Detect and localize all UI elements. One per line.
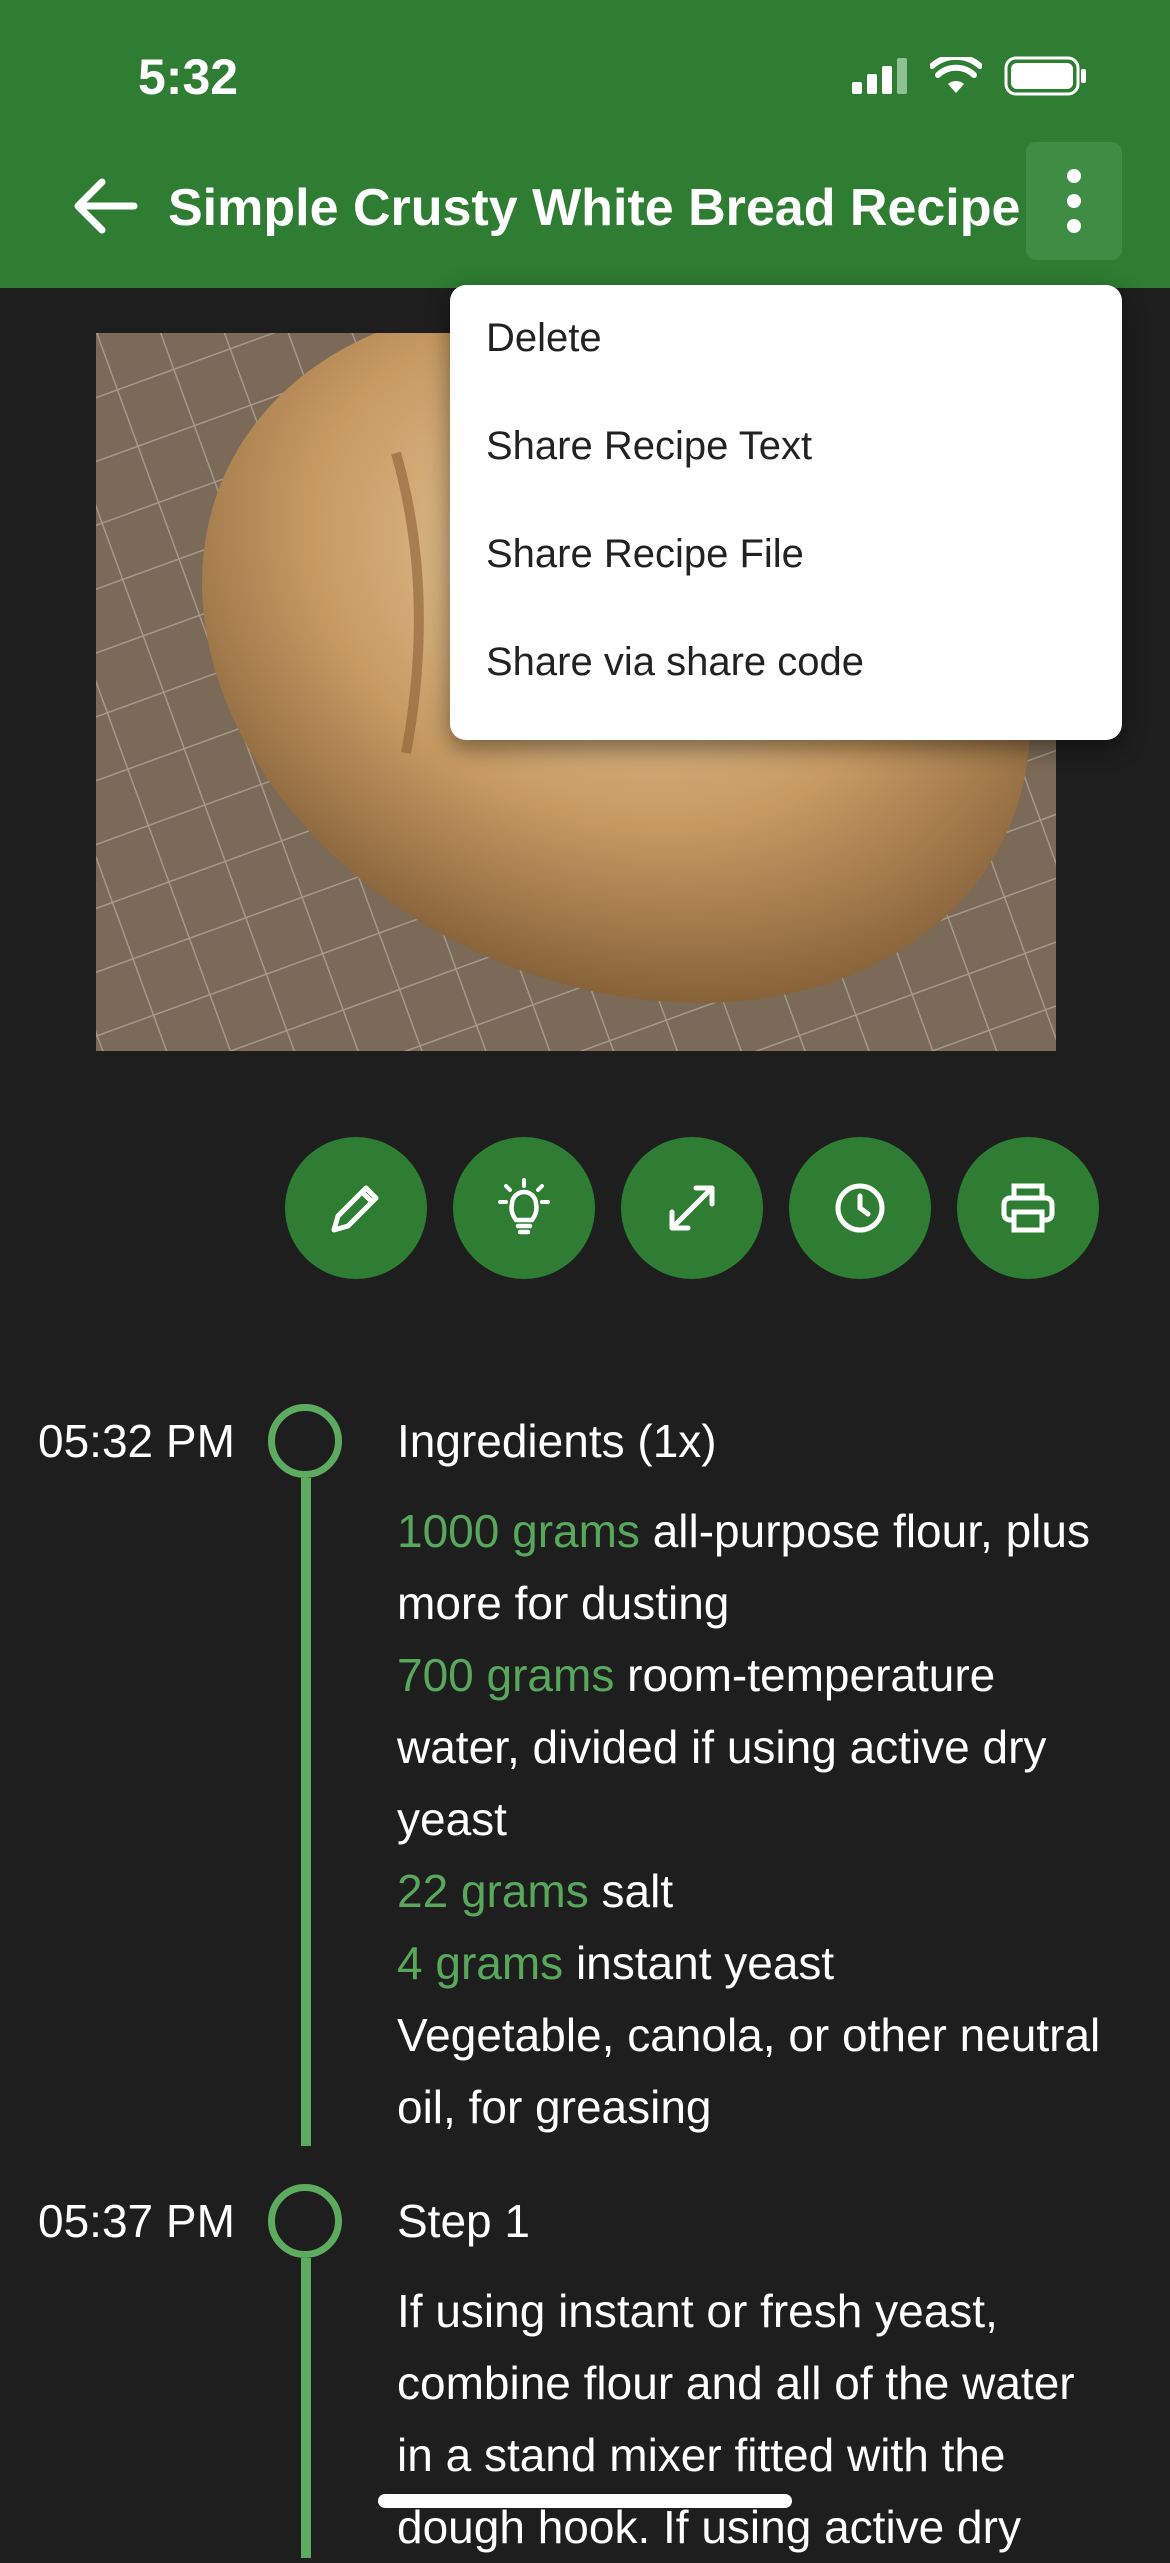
expand-icon: [669, 1185, 715, 1231]
app-header: 5:32 Simple Crusty White Bread Recipe: [0, 0, 1170, 288]
ingredient-qty: 4 grams: [397, 1937, 564, 1989]
home-indicator[interactable]: [378, 2494, 792, 2508]
timeline-time: 05:37 PM: [38, 2195, 235, 2247]
timeline-time: 05:32 PM: [38, 1415, 235, 1467]
menu-item-share-file[interactable]: Share Recipe File: [450, 521, 1122, 629]
ingredients-heading: Ingredients (1x): [397, 1415, 717, 1467]
status-time: 5:32: [138, 49, 239, 105]
step-heading: Step 1: [397, 2195, 530, 2247]
action-bar: [285, 1137, 1099, 1279]
ingredient-qty: 700 grams: [397, 1649, 615, 1701]
ingredient-text: salt: [588, 1865, 674, 1917]
battery-icon: [1004, 56, 1086, 96]
expand-button[interactable]: [621, 1137, 763, 1279]
ingredient-item: 22 grams salt: [397, 1855, 1117, 1927]
ingredient-item: Vegetable, canola, or other neutral oil,…: [397, 1999, 1117, 2143]
step-text: If using instant or fresh yeast, combine…: [397, 2285, 1075, 2553]
ingredient-qty: 22 grams: [397, 1865, 589, 1917]
lightbulb-icon: [498, 1178, 550, 1235]
timeline-line: [301, 1478, 311, 2146]
menu-item-share-code[interactable]: Share via share code: [450, 629, 1122, 737]
print-icon: [1001, 1183, 1055, 1233]
more-vertical-icon: [1067, 169, 1081, 233]
ingredient-text: instant yeast: [563, 1937, 835, 1989]
ingredient-qty: 1000 grams: [397, 1505, 640, 1557]
ingredients-list: 1000 grams all-purpose flour, plus more …: [397, 1495, 1117, 2143]
signal-icon: [852, 58, 907, 94]
timeline-node: [268, 1404, 342, 1478]
timer-button[interactable]: [789, 1137, 931, 1279]
ingredient-text: Vegetable, canola, or other neutral oil,…: [397, 2009, 1101, 2133]
ingredient-item: 1000 grams all-purpose flour, plus more …: [397, 1495, 1117, 1639]
page-title: Simple Crusty White Bread Recipe: [168, 179, 1021, 237]
timeline-node: [268, 2184, 342, 2258]
tips-button[interactable]: [453, 1137, 595, 1279]
back-button[interactable]: [68, 168, 144, 244]
menu-item-share-text[interactable]: Share Recipe Text: [450, 413, 1122, 521]
wifi-icon: [930, 57, 982, 93]
options-menu: Delete Share Recipe Text Share Recipe Fi…: [450, 285, 1122, 740]
more-options-button[interactable]: [1026, 142, 1122, 260]
title-row: Simple Crusty White Bread Recipe: [0, 142, 1170, 260]
clock-icon: [835, 1183, 885, 1233]
timeline-line: [301, 2258, 311, 2558]
status-icons: [852, 56, 1088, 96]
edit-icon: [331, 1185, 379, 1233]
print-button[interactable]: [957, 1137, 1099, 1279]
ingredient-item: 4 grams instant yeast: [397, 1927, 1117, 1999]
ingredient-item: 700 grams room-temperature water, divide…: [397, 1639, 1117, 1855]
arrow-left-icon: [74, 178, 138, 234]
edit-button[interactable]: [285, 1137, 427, 1279]
menu-item-delete[interactable]: Delete: [450, 305, 1122, 413]
